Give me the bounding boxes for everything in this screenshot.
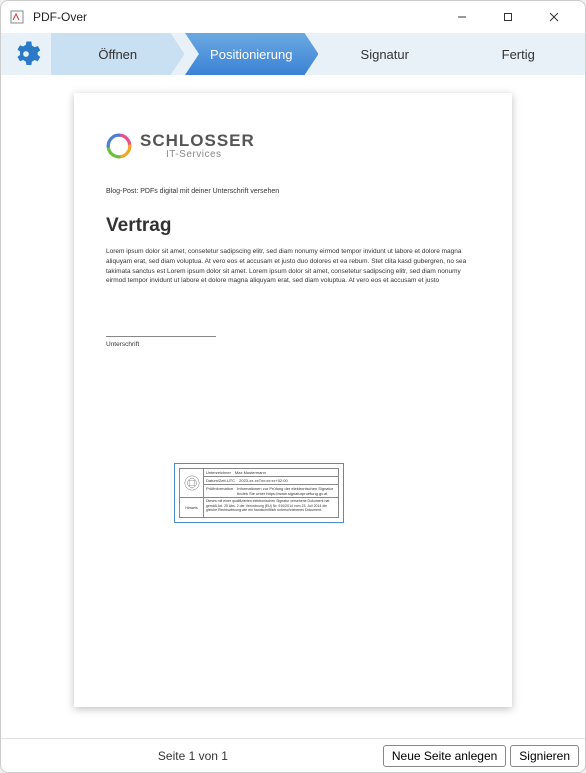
logo-icon: [106, 133, 132, 159]
step-finish[interactable]: Fertig: [452, 33, 586, 75]
step-label: Fertig: [502, 47, 535, 62]
app-icon: [9, 9, 25, 25]
sig-date-value: 2023-xx-xxTxx:xx:xx+02:00: [239, 478, 288, 483]
logo-subtitle: IT-Services: [166, 149, 255, 160]
sig-signedby-value: Max Mustermann: [235, 470, 266, 475]
app-window: PDF-Over Öffnen: [0, 0, 586, 773]
window-controls: [439, 1, 577, 33]
signature-block: Unterzeichner Max Mustermann Datum/Zeit-…: [179, 468, 339, 518]
step-label: Positionierung: [210, 47, 292, 62]
logo-name: SCHLOSSER: [140, 131, 255, 151]
sig-check-label: Prüfinformation: [206, 486, 233, 496]
signature-placement-box[interactable]: Unterzeichner Max Mustermann Datum/Zeit-…: [174, 463, 344, 523]
step-bar: Öffnen Positionierung: [1, 33, 585, 75]
signature-field-label: Unterschrift: [106, 341, 480, 348]
sig-note-text: Dieses mit einer qualifizierten elektron…: [204, 498, 338, 517]
signature-seal-icon: [180, 469, 204, 497]
step-positioning[interactable]: Positionierung: [185, 33, 319, 75]
new-page-button[interactable]: Neue Seite anlegen: [383, 745, 506, 767]
page-indicator: Seite 1 von 1: [7, 749, 379, 763]
document-body-text: Lorem ipsum dolor sit amet, consetetur s…: [106, 247, 480, 286]
step-label: Signatur: [361, 47, 409, 62]
sign-button[interactable]: Signieren: [510, 745, 579, 767]
minimize-button[interactable]: [439, 1, 485, 33]
settings-button[interactable]: [1, 33, 51, 75]
step-label: Öffnen: [98, 47, 137, 62]
blog-post-line: Blog-Post: PDFs digital mit deiner Unter…: [106, 188, 480, 195]
sig-note-label: Hinweis: [180, 498, 204, 517]
bottom-bar: Seite 1 von 1 Neue Seite anlegen Signier…: [1, 738, 585, 772]
step-signature[interactable]: Signatur: [318, 33, 452, 75]
signature-line: [106, 336, 216, 337]
document-logo: SCHLOSSER IT-Services: [106, 131, 480, 160]
sig-date-label: Datum/Zeit-UTC: [206, 478, 235, 483]
window-title: PDF-Over: [33, 10, 439, 24]
close-button[interactable]: [531, 1, 577, 33]
maximize-button[interactable]: [485, 1, 531, 33]
steps-container: Öffnen Positionierung: [51, 33, 585, 75]
gear-icon: [11, 39, 41, 69]
document-heading: Vertrag: [106, 215, 480, 237]
sig-check-value: Informationen zur Prüfung der elektronis…: [237, 486, 336, 496]
sig-signedby-label: Unterzeichner: [206, 470, 231, 475]
content-area: SCHLOSSER IT-Services Blog-Post: PDFs di…: [1, 75, 585, 738]
step-open[interactable]: Öffnen: [51, 33, 185, 75]
pdf-page-preview[interactable]: SCHLOSSER IT-Services Blog-Post: PDFs di…: [74, 93, 512, 707]
titlebar: PDF-Over: [1, 1, 585, 33]
